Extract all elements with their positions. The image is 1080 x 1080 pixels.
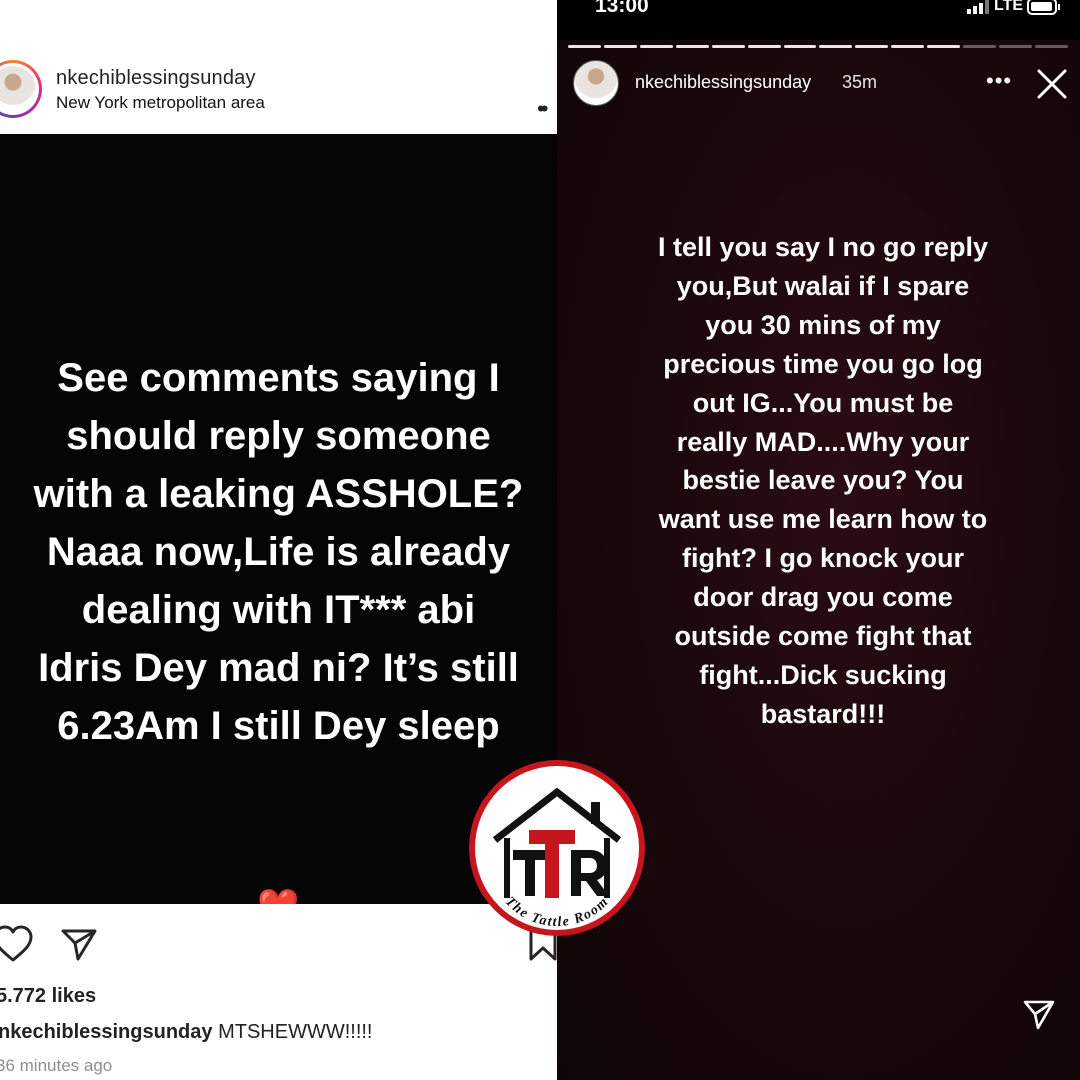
status-time: 13:00 [595, 0, 649, 17]
story-username[interactable]: nkechiblessingsunday [635, 72, 811, 93]
post-avatar[interactable] [0, 60, 42, 118]
caption-username[interactable]: nkechiblessingsunday [0, 1021, 213, 1043]
story-progress-segment [855, 45, 889, 48]
post-image-text: See comments saying I should reply someo… [33, 356, 524, 748]
story-progress-segment [711, 45, 745, 48]
story-progress-segment [639, 45, 673, 48]
post-header: nkechiblessingsunday New York metropolit… [0, 26, 557, 134]
story-progress-segment [568, 45, 601, 48]
close-icon[interactable] [1036, 68, 1068, 105]
story-progress-segment [603, 45, 637, 48]
status-bar: 13:00 LTE [557, 0, 1080, 40]
post-timestamp: 36 minutes ago [0, 1056, 113, 1075]
story-progress-segment [783, 45, 817, 48]
more-options-icon[interactable]: ••• [986, 68, 1012, 94]
story-progress-segment [819, 45, 853, 48]
story-progress-segment [675, 45, 709, 48]
send-icon[interactable] [1023, 1000, 1055, 1035]
story-progress-segment [999, 45, 1032, 48]
story-progress-segment [747, 45, 781, 48]
signal-icon [967, 0, 989, 19]
post-top-bar [0, 0, 557, 27]
story-avatar[interactable] [573, 60, 619, 106]
story-age: 35m [842, 72, 878, 92]
network-label: LTE [994, 0, 1024, 14]
more-options-icon[interactable]: •• [537, 98, 549, 120]
battery-icon [1027, 0, 1061, 21]
story-progress-segment [891, 45, 925, 48]
share-icon[interactable] [60, 928, 98, 967]
tattle-room-logo: The Tattle Room [467, 758, 647, 938]
post-username[interactable]: nkechiblessingsunday [56, 67, 256, 90]
post-caption: nkechiblessingsunday MTSHEWWW!!!!! [0, 1021, 373, 1044]
story-progress-bar [568, 45, 1068, 48]
heart-icon[interactable] [0, 924, 34, 969]
story-progress-segment [1034, 45, 1068, 48]
story-progress-segment [927, 45, 961, 48]
story-text: I tell you say I no go reply you,But wal… [657, 232, 989, 729]
caption-text: MTSHEWWW!!!!! [218, 1021, 373, 1043]
story-progress-segment [963, 45, 997, 48]
post-location[interactable]: New York metropolitan area [56, 93, 265, 113]
like-count[interactable]: 5.772 likes [0, 985, 96, 1008]
